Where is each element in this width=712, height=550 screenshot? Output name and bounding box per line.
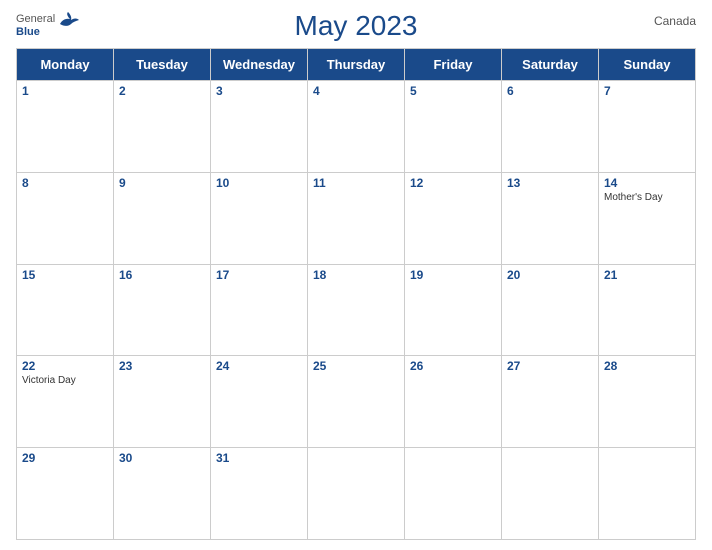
day-number: 27	[507, 359, 593, 373]
calendar-grid: Monday Tuesday Wednesday Thursday Friday…	[16, 48, 696, 540]
day-cell: 27	[502, 356, 599, 448]
logo-general-text: General	[16, 13, 55, 25]
day-number: 12	[410, 176, 496, 190]
calendar-title: May 2023	[295, 10, 418, 42]
day-cell: 22 Victoria Day	[17, 356, 114, 448]
day-number: 1	[22, 84, 108, 98]
col-friday: Friday	[405, 49, 502, 81]
header-row: Monday Tuesday Wednesday Thursday Friday…	[17, 49, 696, 81]
day-cell: 1	[17, 81, 114, 173]
day-cell: 21	[599, 265, 696, 357]
day-cell: 26	[405, 356, 502, 448]
day-number: 4	[313, 84, 399, 98]
day-cell: 19	[405, 265, 502, 357]
day-cell: 23	[114, 356, 211, 448]
day-number: 28	[604, 359, 690, 373]
day-number: 3	[216, 84, 302, 98]
calendar-wrapper: General Blue May 2023 Canada Monday Tues…	[0, 0, 712, 550]
week-row-1: 1234567	[17, 81, 696, 173]
col-thursday: Thursday	[308, 49, 405, 81]
day-cell: 5	[405, 81, 502, 173]
col-saturday: Saturday	[502, 49, 599, 81]
day-cell: 16	[114, 265, 211, 357]
day-cell: 7	[599, 81, 696, 173]
day-cell: 24	[211, 356, 308, 448]
day-cell	[405, 448, 502, 540]
day-cell: 20	[502, 265, 599, 357]
day-number: 8	[22, 176, 108, 190]
week-row-5: 29 30 31	[17, 448, 696, 540]
day-number: 7	[604, 84, 690, 98]
day-number: 20	[507, 268, 593, 282]
day-cell: 17	[211, 265, 308, 357]
col-monday: Monday	[17, 49, 114, 81]
day-number: 21	[604, 268, 690, 282]
day-number: 13	[507, 176, 593, 190]
day-cell	[599, 448, 696, 540]
day-cell	[308, 448, 405, 540]
day-cell: 29	[17, 448, 114, 540]
day-cell: 28	[599, 356, 696, 448]
day-cell: 3	[211, 81, 308, 173]
week-row-4: 22 Victoria Day 23 24 25 26 27 28	[17, 356, 696, 448]
day-number: 16	[119, 268, 205, 282]
day-number: 22	[22, 359, 108, 373]
col-sunday: Sunday	[599, 49, 696, 81]
day-cell: 25	[308, 356, 405, 448]
day-cell: 4	[308, 81, 405, 173]
day-cell: 14 Mother's Day	[599, 173, 696, 265]
day-number: 15	[22, 268, 108, 282]
day-number: 17	[216, 268, 302, 282]
day-number: 24	[216, 359, 302, 373]
col-tuesday: Tuesday	[114, 49, 211, 81]
logo-blue-text: Blue	[16, 26, 40, 38]
day-number: 14	[604, 176, 690, 190]
week-row-3: 15 16 17 18 19 20 21	[17, 265, 696, 357]
day-number: 25	[313, 359, 399, 373]
holiday-label: Mother's Day	[604, 192, 690, 204]
day-number: 2	[119, 84, 205, 98]
day-number: 18	[313, 268, 399, 282]
day-number: 30	[119, 451, 205, 465]
day-cell: 11	[308, 173, 405, 265]
col-wednesday: Wednesday	[211, 49, 308, 81]
holiday-label: Victoria Day	[22, 375, 108, 387]
day-number: 26	[410, 359, 496, 373]
day-cell	[502, 448, 599, 540]
day-number: 5	[410, 84, 496, 98]
country-label: Canada	[654, 14, 696, 28]
day-cell: 8	[17, 173, 114, 265]
day-number: 19	[410, 268, 496, 282]
day-cell: 13	[502, 173, 599, 265]
day-cell: 31	[211, 448, 308, 540]
day-number: 9	[119, 176, 205, 190]
day-cell: 12	[405, 173, 502, 265]
calendar-header: General Blue May 2023 Canada	[16, 10, 696, 42]
day-number: 6	[507, 84, 593, 98]
day-cell: 30	[114, 448, 211, 540]
day-number: 29	[22, 451, 108, 465]
logo-area: General Blue	[16, 10, 80, 38]
day-number: 11	[313, 176, 399, 190]
week-row-2: 89 10 11 12 13 14 Mother's Day	[17, 173, 696, 265]
day-cell: 18	[308, 265, 405, 357]
day-cell: 9	[114, 173, 211, 265]
logo-bird-icon	[58, 10, 80, 28]
day-number: 31	[216, 451, 302, 465]
day-cell: 15	[17, 265, 114, 357]
day-cell: 2	[114, 81, 211, 173]
day-number: 10	[216, 176, 302, 190]
day-number: 23	[119, 359, 205, 373]
day-cell: 10	[211, 173, 308, 265]
day-cell: 6	[502, 81, 599, 173]
